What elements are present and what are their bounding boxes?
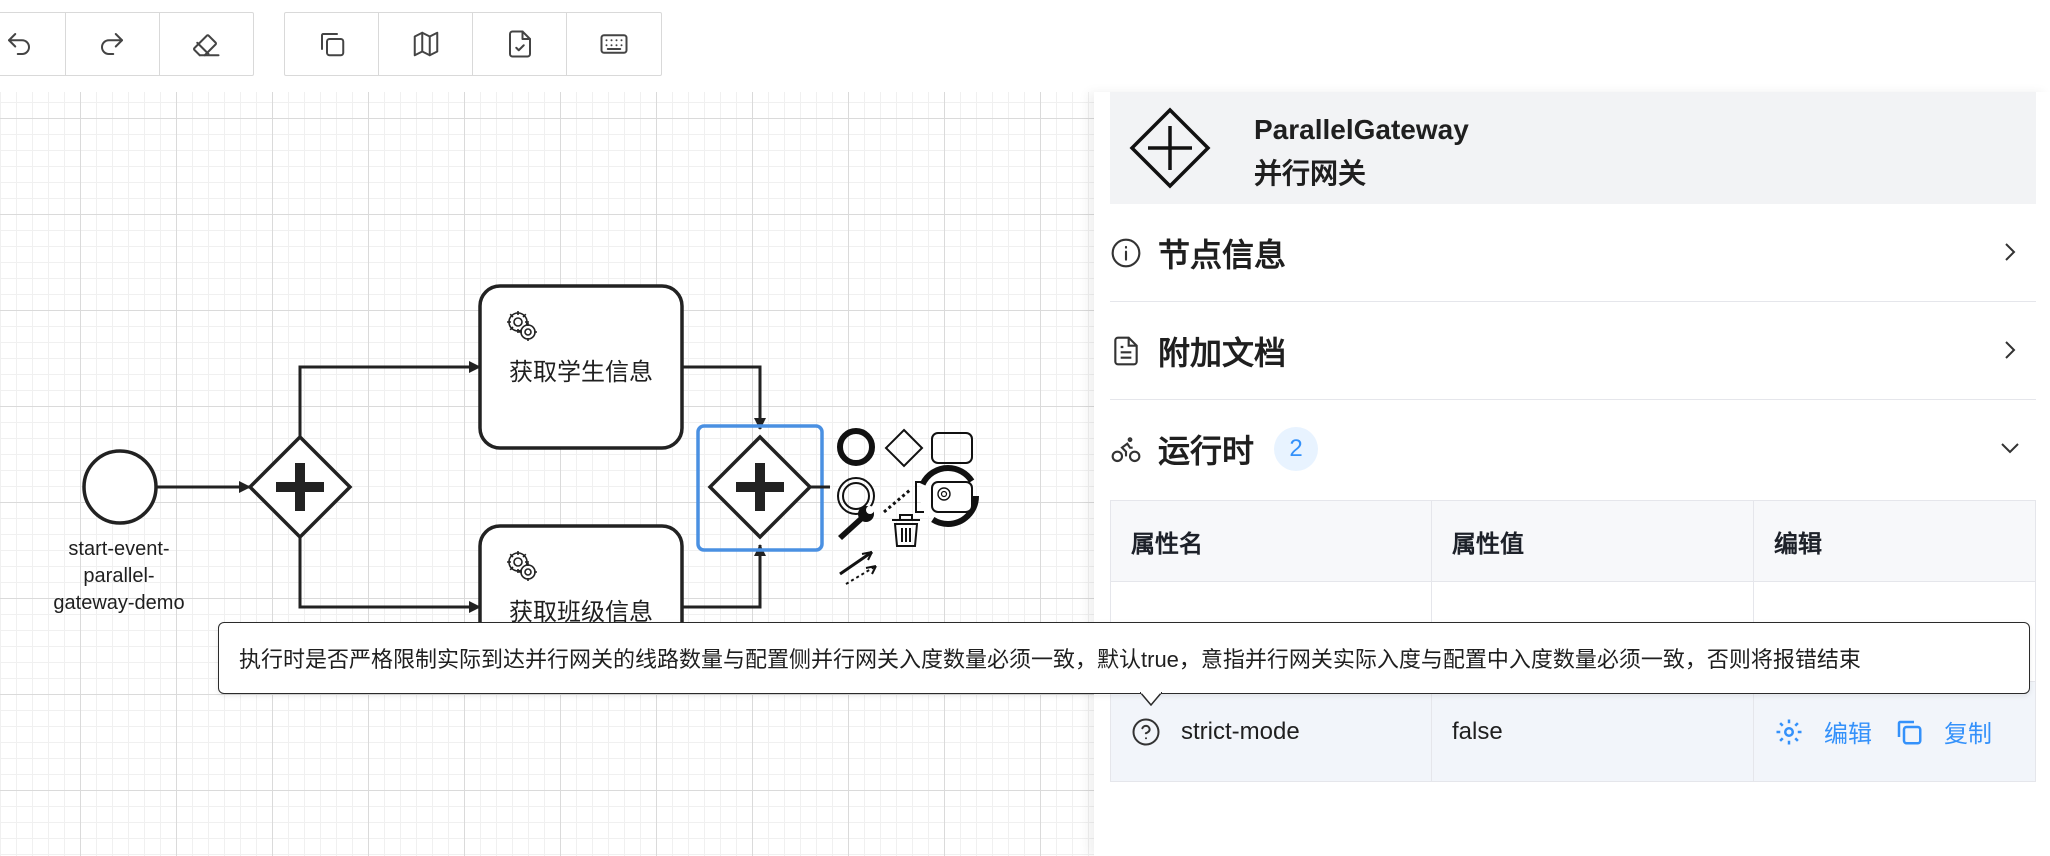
tooltip-arrow <box>1140 692 1162 706</box>
parallel-gateway-icon <box>1129 107 1211 189</box>
info-icon <box>1111 238 1141 267</box>
wrench-icon[interactable] <box>838 506 874 540</box>
edit-button[interactable]: 编辑 <box>1774 714 1872 749</box>
toolbar-history-group <box>0 12 254 76</box>
eraser-icon <box>193 34 220 57</box>
start-event-label: start-event- parallel- gateway-demo <box>34 536 204 617</box>
start-label-line-3: gateway-demo <box>53 592 185 614</box>
element-type-subtitle: 并行网关 <box>1254 158 1367 189</box>
copy-button[interactable]: 复制 <box>1894 714 1992 749</box>
column-header-name: 属性名 <box>1111 501 1432 581</box>
edit-label: 编辑 <box>1824 721 1872 748</box>
runtime-count-badge: 2 <box>1274 427 1319 471</box>
parallel-gateway-split[interactable] <box>247 434 353 540</box>
column-header-value: 属性值 <box>1432 501 1754 581</box>
document-icon <box>1114 336 1138 365</box>
chevron-right-icon <box>2005 243 2016 261</box>
eraser-button[interactable] <box>160 13 253 75</box>
property-actions-cell: 编辑 复制 <box>1754 682 2035 781</box>
start-event[interactable] <box>82 449 158 525</box>
context-pad <box>837 428 979 585</box>
end-event-icon[interactable] <box>837 428 875 466</box>
section-title: 节点信息 <box>1158 236 1287 273</box>
section-attachments[interactable]: 附加文档 <box>1110 302 2036 400</box>
service-task-icon[interactable] <box>917 465 979 527</box>
redo-icon <box>101 33 124 55</box>
section-title: 运行时 <box>1158 433 1255 469</box>
gear-icon <box>1776 719 1802 744</box>
bike-icon <box>1111 437 1141 463</box>
property-name: strict-mode <box>1181 717 1300 745</box>
undo-icon <box>8 33 31 55</box>
copy-label: 复制 <box>1944 721 1992 748</box>
copy-icon <box>1897 720 1922 744</box>
section-node-info[interactable]: 节点信息 <box>1110 204 2036 302</box>
properties-panel: ParallelGateway 并行网关 节点信息 附加文档 运行时 2 属性名… <box>1094 92 2050 856</box>
property-value: false <box>1452 717 1503 745</box>
element-type-title: ParallelGateway <box>1254 114 1469 145</box>
redo-button[interactable] <box>66 13 160 75</box>
gateway-icon[interactable] <box>884 428 924 468</box>
minimap-button[interactable] <box>379 13 473 75</box>
section-runtime[interactable]: 运行时 2 <box>1110 400 2036 498</box>
table-header: 属性名 属性值 编辑 <box>1111 500 2035 582</box>
keyboard-icon <box>600 34 628 54</box>
app-root: 获取学生信息 获取班级信息 start-event- parallel- gat… <box>0 0 2050 856</box>
diagram-canvas[interactable]: 获取学生信息 获取班级信息 start-event- parallel- gat… <box>0 92 1096 856</box>
sequence-flow-icon[interactable] <box>839 550 877 585</box>
task-label-student-info: 获取学生信息 <box>509 359 653 386</box>
chevron-right-icon <box>2005 341 2016 359</box>
map-icon <box>413 31 438 57</box>
copy-icon <box>320 33 344 57</box>
copy-button[interactable] <box>285 13 379 75</box>
keyboard-button[interactable] <box>567 13 661 75</box>
column-header-edit: 编辑 <box>1774 530 1822 558</box>
panel-header: ParallelGateway 并行网关 <box>1110 92 2036 204</box>
parallel-gateway-join[interactable] <box>707 434 830 540</box>
section-title: 附加文档 <box>1158 334 1287 371</box>
property-value-cell: false <box>1432 682 1754 781</box>
trash-icon[interactable] <box>892 514 920 547</box>
chevron-down-icon <box>2001 443 2019 454</box>
task-icon[interactable] <box>931 432 973 464</box>
undo-button[interactable] <box>0 13 67 75</box>
file-check-icon <box>508 30 531 58</box>
validate-button[interactable] <box>473 13 567 75</box>
property-tooltip: 执行时是否严格限制实际到达并行网关的线路数量与配置侧并行网关入度数量必须一致，默… <box>218 622 2030 694</box>
connect-icon[interactable] <box>883 488 911 514</box>
toolbar-tools-group <box>284 12 662 76</box>
help-icon[interactable] <box>1131 717 1161 747</box>
bpmn-diagram <box>82 284 979 690</box>
table-row[interactable]: strict-mode false 编辑 复制 <box>1111 682 2035 782</box>
start-label-line-2: parallel- <box>83 565 155 587</box>
start-label-line-1: start-event- <box>68 538 170 560</box>
